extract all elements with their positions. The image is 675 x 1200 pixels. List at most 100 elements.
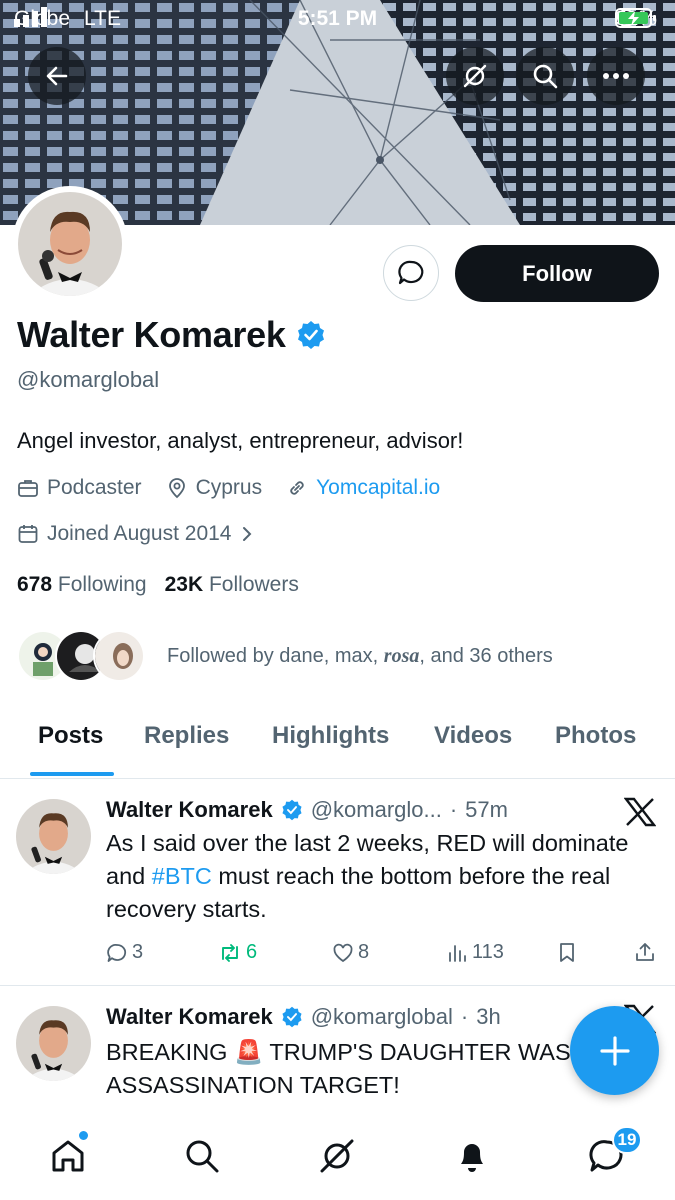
reply-icon bbox=[107, 943, 127, 962]
more-icon bbox=[603, 73, 629, 79]
followers-count: 23K bbox=[164, 573, 204, 596]
post-handle: @komarglobal bbox=[310, 1004, 453, 1029]
nav-notifications[interactable] bbox=[450, 1134, 494, 1178]
views-icon bbox=[449, 944, 466, 962]
home-icon bbox=[52, 1140, 84, 1172]
reply-action[interactable]: 3 bbox=[106, 941, 143, 964]
nav-grok[interactable] bbox=[315, 1134, 359, 1178]
message-icon bbox=[398, 260, 424, 285]
tab-posts[interactable]: Posts bbox=[38, 722, 103, 750]
compose-button[interactable] bbox=[570, 1006, 659, 1095]
search-icon bbox=[533, 64, 558, 89]
back-button[interactable] bbox=[28, 47, 86, 105]
post-header: Walter Komarek @komarglo... · 57m bbox=[106, 797, 508, 823]
post-item[interactable]: Walter Komarek @komarglo... · 57m As I s… bbox=[0, 779, 675, 986]
post-author[interactable]: Walter Komarek bbox=[106, 1004, 273, 1030]
followed-by-prefix: Followed by dane, max, bbox=[167, 644, 384, 667]
followed-by-row[interactable]: Followed by dane, max, rosa, and 36 othe… bbox=[17, 630, 553, 682]
category-item: Podcaster bbox=[17, 476, 142, 500]
tab-replies[interactable]: Replies bbox=[144, 722, 229, 750]
location-item: Cyprus bbox=[166, 476, 262, 500]
bell-icon bbox=[461, 1144, 483, 1172]
more-button[interactable] bbox=[587, 47, 645, 105]
followed-by-suffix: , and 36 others bbox=[419, 644, 553, 667]
profile-avatar[interactable] bbox=[12, 186, 128, 302]
joined-row[interactable]: Joined August 2014 bbox=[17, 522, 278, 546]
tab-photos[interactable]: Photos bbox=[555, 722, 636, 750]
status-bar: Globe LTE 5:51 PM 91% bbox=[0, 0, 675, 40]
following-label: Following bbox=[57, 573, 147, 596]
clock: 5:51 PM bbox=[297, 7, 378, 30]
followed-by-rosa: rosa bbox=[383, 644, 420, 667]
bookmark-action[interactable] bbox=[556, 941, 578, 963]
bottom-nav bbox=[0, 1120, 675, 1200]
x-logo-icon bbox=[624, 797, 656, 827]
followed-by-text: Followed by dane, max, rosa, and 36 othe… bbox=[167, 645, 553, 668]
post-avatar[interactable] bbox=[16, 1006, 91, 1081]
nav-home[interactable] bbox=[46, 1134, 90, 1178]
siren-emoji: 🚨 bbox=[233, 1039, 264, 1065]
category-label: Podcaster bbox=[47, 476, 142, 499]
follow-button[interactable]: Follow bbox=[455, 245, 659, 302]
followers-label: Followers bbox=[208, 573, 299, 596]
followers-link[interactable]: 23K Followers bbox=[165, 573, 299, 597]
joined-item[interactable]: Joined August 2014 bbox=[17, 522, 254, 546]
nav-search[interactable] bbox=[180, 1134, 224, 1178]
bookmark-icon bbox=[560, 943, 574, 962]
share-icon bbox=[636, 943, 654, 961]
grok-button[interactable] bbox=[446, 47, 504, 105]
post-dot: · bbox=[460, 1004, 469, 1029]
repost-action[interactable]: 6 bbox=[218, 941, 257, 964]
like-count: 8 bbox=[358, 941, 370, 963]
repost-count: 6 bbox=[246, 941, 258, 963]
follow-counts: 678 Following 23K Followers bbox=[17, 573, 299, 597]
following-link[interactable]: 678 Following bbox=[17, 573, 147, 597]
grok-icon bbox=[463, 64, 487, 88]
website-link[interactable]: Yomcapital.io bbox=[316, 476, 440, 500]
grok-icon bbox=[320, 1139, 354, 1173]
post-actions: 3 6 8 113 bbox=[106, 941, 656, 971]
arrow-left-icon bbox=[46, 66, 68, 86]
like-action[interactable]: 8 bbox=[332, 941, 369, 964]
post-avatar[interactable] bbox=[16, 799, 91, 874]
post-header: Walter Komarek @komarglobal · 3h bbox=[106, 1004, 501, 1030]
tab-videos[interactable]: Videos bbox=[434, 722, 512, 750]
post-text-part: BREAKING bbox=[106, 1039, 234, 1065]
post-dot: · bbox=[449, 797, 458, 822]
post-time: 57m bbox=[465, 797, 508, 822]
post-hashtag[interactable]: #BTC bbox=[152, 863, 212, 889]
profile-tabs: Posts Replies Highlights Videos Photos bbox=[0, 700, 675, 779]
status-right: 91% bbox=[614, 7, 657, 31]
briefcase-icon bbox=[18, 480, 38, 497]
views-action[interactable]: 113 bbox=[446, 941, 504, 964]
website-item[interactable]: Yomcapital.io bbox=[286, 476, 440, 500]
verified-badge-icon bbox=[282, 1006, 302, 1028]
post-author[interactable]: Walter Komarek bbox=[106, 797, 273, 823]
calendar-icon bbox=[18, 525, 38, 543]
plus-icon bbox=[599, 1035, 630, 1066]
verified-badge-icon bbox=[297, 321, 324, 349]
joined-label: Joined August 2014 bbox=[47, 522, 232, 545]
profile-meta-row: Podcaster Cyprus Yomcapital.io bbox=[17, 476, 464, 500]
link-icon bbox=[290, 481, 304, 495]
heart-icon bbox=[333, 943, 353, 962]
repost-icon bbox=[222, 943, 238, 962]
chevron-right-icon bbox=[242, 527, 251, 541]
follower-avatar bbox=[93, 630, 145, 682]
message-button[interactable] bbox=[383, 245, 439, 301]
avatar-photo bbox=[18, 192, 122, 296]
following-count: 678 bbox=[17, 573, 53, 596]
search-button[interactable] bbox=[516, 47, 574, 105]
profile-handle: @komarglobal bbox=[17, 367, 160, 392]
profile-name-row: Walter Komarek bbox=[17, 314, 326, 356]
tab-highlights[interactable]: Highlights bbox=[272, 722, 389, 750]
tab-active-indicator bbox=[30, 772, 114, 776]
battery-charging-icon bbox=[614, 8, 656, 28]
profile-bio: Angel investor, analyst, entrepreneur, a… bbox=[17, 428, 464, 453]
views-count: 113 bbox=[472, 941, 504, 963]
profile-name: Walter Komarek bbox=[17, 314, 286, 355]
reply-count: 3 bbox=[132, 941, 144, 963]
home-unread-dot bbox=[79, 1131, 88, 1140]
profile-banner[interactable]: Globe LTE 5:51 PM 91% bbox=[0, 0, 675, 225]
share-action[interactable] bbox=[634, 941, 656, 963]
